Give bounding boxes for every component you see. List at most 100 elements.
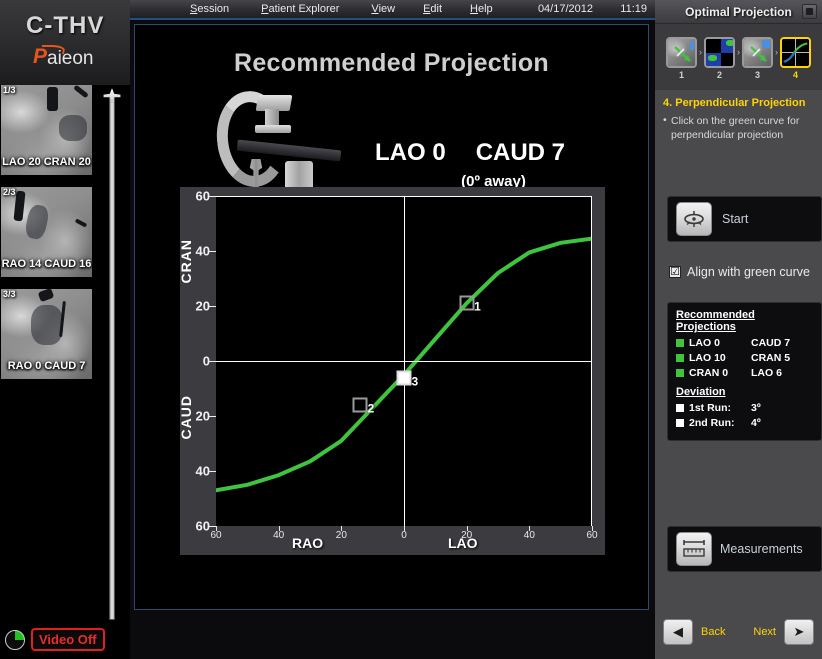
menu-item-patient-explorer[interactable]: Patient Explorer xyxy=(261,3,339,15)
align-with-green-curve-checkbox[interactable]: ☑ xyxy=(669,266,681,278)
projection-primary: CRAN 0 xyxy=(689,367,729,379)
panel-header: Optimal Projection xyxy=(655,0,822,24)
align-checkbox-label[interactable]: Align with green curve xyxy=(687,265,810,279)
y-tick-label: 60 xyxy=(195,188,210,204)
thumbnail-scroll-slider[interactable] xyxy=(101,88,123,628)
vessel-shadow xyxy=(31,305,63,345)
projection-marker[interactable]: 3 xyxy=(396,370,418,388)
collapse-panel-icon[interactable] xyxy=(802,4,817,19)
y-tick-mark xyxy=(209,361,216,362)
color-swatch xyxy=(676,339,684,347)
recommended-projections-box: Recommended Projections LAO 0 CAUD 7 LAO… xyxy=(667,302,822,441)
slider-handle[interactable] xyxy=(103,88,121,103)
y-tick-label: 60 xyxy=(195,518,210,534)
measurements-button-label[interactable]: Measurements xyxy=(720,542,803,556)
table-row: CRAN 0 LAO 6 xyxy=(676,367,813,379)
y-zero-axis xyxy=(404,196,405,526)
plot-area[interactable]: 60 40 20 0 20 40 60 60 40 20 0 20 40 60 1 2 3 xyxy=(196,189,598,542)
system-date: 04/17/2012 xyxy=(537,3,593,15)
menu-item-help[interactable]: Help xyxy=(470,3,493,15)
y-tick-label: 20 xyxy=(195,298,210,314)
projection-secondary: LAO 6 xyxy=(751,367,782,379)
wizard-navigation: ◀ Back Next ➤ xyxy=(655,615,822,649)
workflow-step-4[interactable]: 4 xyxy=(780,37,811,80)
page-title: Recommended Projection xyxy=(234,49,549,77)
projection-marker[interactable]: 1 xyxy=(459,295,481,314)
workflow-step-2[interactable]: 2 xyxy=(704,37,735,80)
instruction-title: 4. Perpendicular Projection xyxy=(663,97,806,109)
pie-indicator-icon xyxy=(5,629,25,650)
color-swatch xyxy=(676,369,684,377)
angio-arrow-thumb-icon[interactable] xyxy=(742,37,773,68)
y-tick-mark xyxy=(209,251,216,252)
x-tick-label: 60 xyxy=(210,530,222,541)
menu-item-session[interactable]: Session xyxy=(190,3,229,15)
projection-secondary: CRAN 5 xyxy=(751,352,791,364)
x-axis-label-rao: RAO xyxy=(292,535,324,551)
projection-readout: LAO 0 CAUD 7 (0º away) xyxy=(375,139,640,190)
projection-primary: LAO 0 xyxy=(689,337,720,349)
c-arm-gantry-icon xyxy=(211,87,342,202)
color-swatch xyxy=(676,354,684,362)
menu-item-view[interactable]: View xyxy=(371,3,395,15)
x-tick-label: 40 xyxy=(523,530,535,541)
company-logo-text: aieon xyxy=(47,48,94,69)
vessel-shadow xyxy=(59,115,87,141)
angio-thumbnail-list: 1/3 LAO 20 CRAN 20 2/3 RAO 14 CAUD 16 3/… xyxy=(0,85,96,391)
step-separator: › xyxy=(737,47,740,57)
ruler-icon[interactable] xyxy=(676,532,712,566)
recommended-projections-heading: Recommended Projections xyxy=(676,309,755,333)
arrow-left-icon[interactable]: ◀ xyxy=(663,619,693,645)
curve-chart-thumb-icon[interactable] xyxy=(780,37,811,68)
thumbnail-label: RAO 14 CAUD 16 xyxy=(1,258,92,270)
list-item[interactable]: 2/3 RAO 14 CAUD 16 xyxy=(1,187,92,277)
status-badge[interactable]: Video Off xyxy=(31,628,105,651)
c-arm-detector-base xyxy=(255,125,291,133)
workflow-step-3[interactable]: 3 xyxy=(742,37,773,80)
deviation-run-value: 4º xyxy=(751,417,761,429)
main-area: Session Patient Explorer View Edit Help … xyxy=(130,0,655,659)
step-number: 4 xyxy=(792,70,798,80)
projection-viewport: Recommended Projection LAO 0 CAUD 7 (0º … xyxy=(134,24,649,610)
y-tick-mark xyxy=(209,196,216,197)
projection-curve-chart[interactable]: CRAN CAUD RAO LAO 60 40 20 0 20 40 60 60 40 20 0 20… xyxy=(178,187,605,555)
x-tick-label: 20 xyxy=(335,530,347,541)
align-checkbox-row[interactable]: ☑ Align with green curve xyxy=(661,252,816,292)
step-number: 1 xyxy=(678,70,684,80)
start-button-container[interactable]: Start xyxy=(667,196,822,242)
projection-marker[interactable]: 2 xyxy=(352,397,374,416)
list-item[interactable]: 3/3 RAO 0 CAUD 7 xyxy=(1,289,92,379)
workflow-step-1[interactable]: 1 xyxy=(666,37,697,80)
measurements-button-container[interactable]: Measurements xyxy=(667,526,822,572)
color-swatch xyxy=(676,404,684,412)
menu-item-edit[interactable]: Edit xyxy=(423,3,442,15)
thumbnail-label: LAO 20 CRAN 20 xyxy=(2,156,91,168)
video-status-area: Video Off xyxy=(5,628,105,651)
y-tick-mark xyxy=(209,306,216,307)
y-tick-label: 0 xyxy=(202,353,210,369)
list-item[interactable]: 1/3 LAO 20 CRAN 20 xyxy=(1,85,92,175)
step-number: 3 xyxy=(754,70,760,80)
quad-view-thumb-icon[interactable] xyxy=(704,37,735,68)
color-swatch xyxy=(676,419,684,427)
step-separator: › xyxy=(775,47,778,57)
start-button-label[interactable]: Start xyxy=(722,212,748,226)
deviation-run-value: 3º xyxy=(751,402,761,414)
arrow-right-icon[interactable]: ➤ xyxy=(784,619,814,645)
angio-arrow-thumb-icon[interactable] xyxy=(666,37,697,68)
fluoro-start-icon[interactable] xyxy=(676,202,712,236)
panel-title: Optimal Projection xyxy=(685,4,792,19)
table-row: LAO 0 CAUD 7 xyxy=(676,337,813,349)
back-button[interactable]: Back xyxy=(701,626,725,638)
deviation-run-label: 1st Run: xyxy=(689,402,731,414)
catheter-marker-icon xyxy=(47,87,58,111)
projection-marker-label: 1 xyxy=(474,299,481,314)
thumbnail-index: 2/3 xyxy=(3,187,16,197)
y-tick-mark xyxy=(209,471,216,472)
x-tick-label: 60 xyxy=(586,530,598,541)
slider-track[interactable] xyxy=(109,96,115,620)
x-tick-label: 0 xyxy=(401,530,407,541)
thumbnail-index: 1/3 xyxy=(3,85,16,95)
menu-bar: Session Patient Explorer View Edit Help … xyxy=(130,0,655,20)
next-button[interactable]: Next xyxy=(753,626,776,638)
